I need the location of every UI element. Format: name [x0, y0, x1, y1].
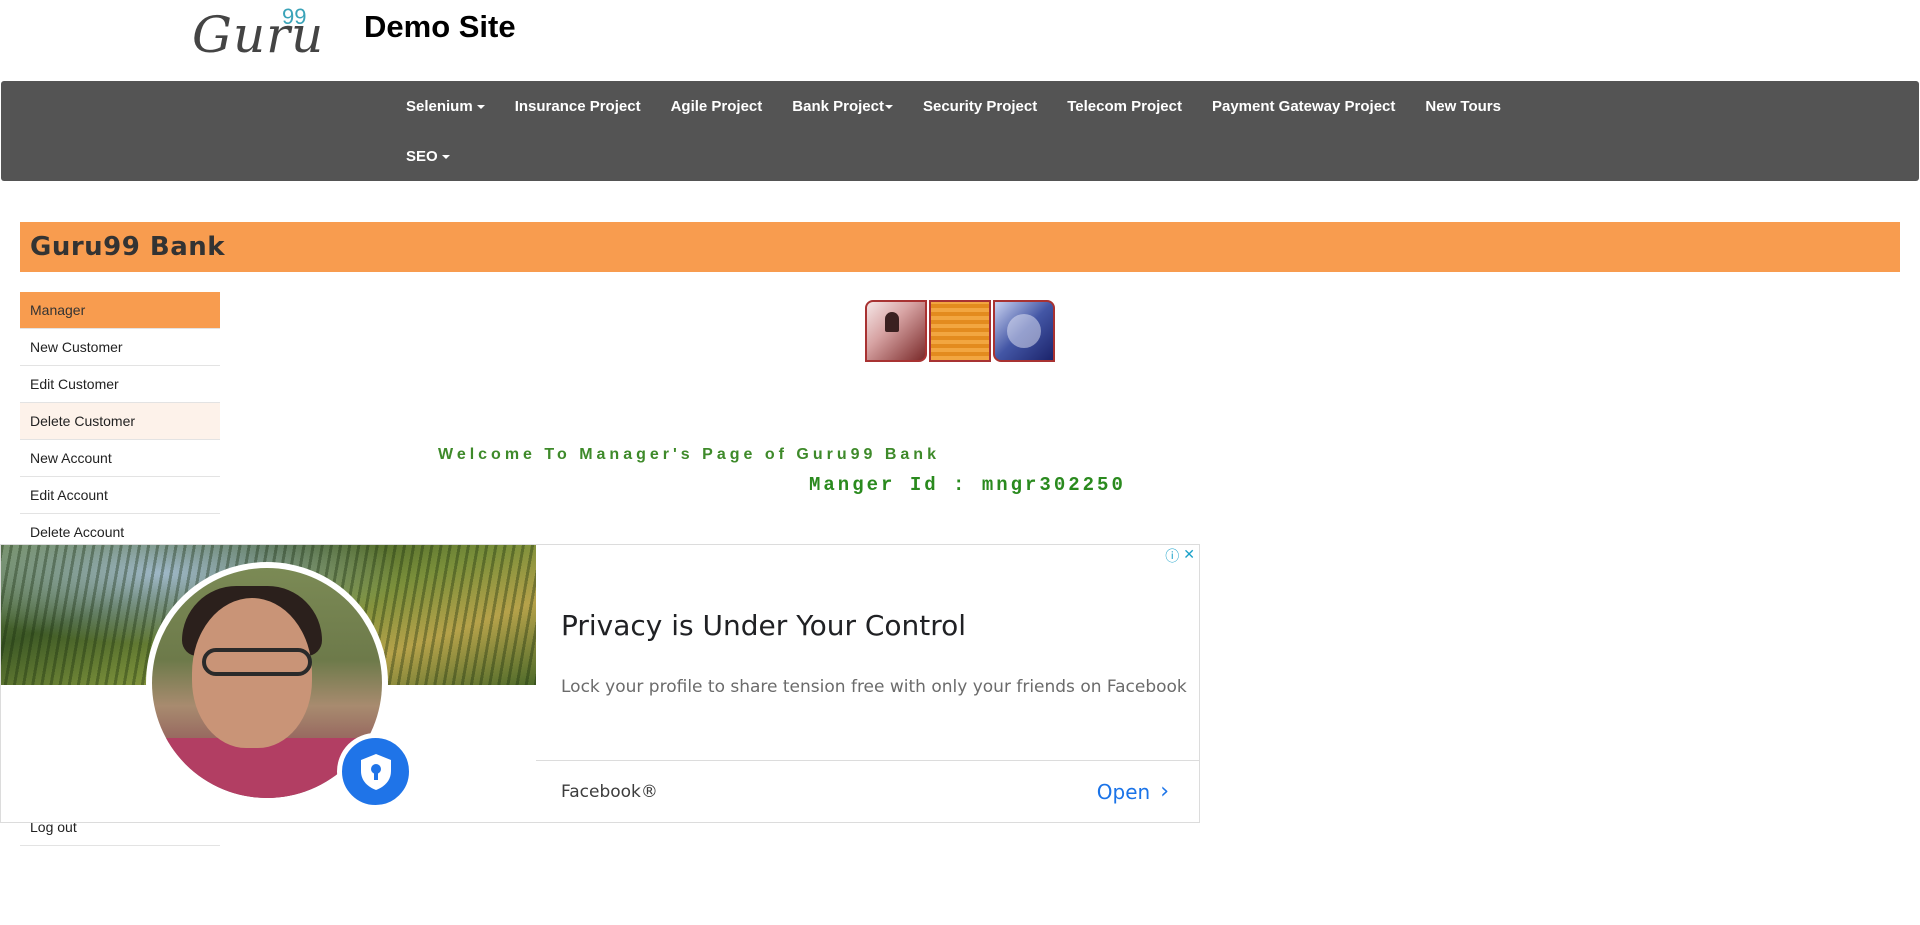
- ad-open-label: Open: [1096, 779, 1151, 804]
- site-title: Demo Site: [364, 9, 516, 44]
- logo-superscript: 99: [282, 4, 307, 29]
- nav-item-insurance-project[interactable]: Insurance Project: [500, 98, 656, 115]
- sidebar-item-edit-customer[interactable]: Edit Customer: [20, 366, 220, 403]
- sidebar-item-delete-customer[interactable]: Delete Customer: [20, 403, 220, 440]
- nav-label: SEO: [406, 147, 438, 165]
- welcome-message: Welcome To Manager's Page of Guru99 Bank: [438, 446, 940, 463]
- navbar-row-1: Selenium Insurance Project Agile Project…: [391, 81, 1516, 131]
- sidebar-item-edit-account[interactable]: Edit Account: [20, 477, 220, 514]
- ad-image[interactable]: [1, 545, 536, 822]
- shield-icon: [360, 753, 391, 790]
- ad-body: Lock your profile to share tension free …: [561, 677, 1187, 697]
- nav-label: Security Project: [922, 97, 1038, 115]
- nav-item-seo[interactable]: SEO: [391, 148, 465, 165]
- main-navbar: Selenium Insurance Project Agile Project…: [1, 81, 1919, 181]
- nav-label: Insurance Project: [514, 97, 641, 115]
- close-icon[interactable]: ✕: [1183, 546, 1195, 566]
- nav-item-bank-project[interactable]: Bank Project: [777, 98, 908, 115]
- caret-down-icon: [476, 104, 485, 109]
- banner-image-person: [865, 300, 927, 362]
- sidebar-item-manager[interactable]: Manager: [20, 292, 220, 329]
- ad-headline[interactable]: Privacy is Under Your Control: [561, 609, 966, 642]
- sidebar-item-new-account[interactable]: New Account: [20, 440, 220, 477]
- nav-item-selenium[interactable]: Selenium: [391, 98, 500, 115]
- banner-image-customer: [993, 300, 1055, 362]
- caret-down-icon: [441, 154, 450, 159]
- ad-footer: Facebook® Open ›: [536, 760, 1199, 822]
- shield-lock-icon: [337, 733, 414, 810]
- ad-open-button[interactable]: Open ›: [1097, 779, 1169, 804]
- bank-title-bar: Guru99 Bank: [20, 222, 1900, 272]
- nav-item-telecom-project[interactable]: Telecom Project: [1052, 98, 1197, 115]
- bank-title: Guru99 Bank: [30, 232, 226, 262]
- nav-label: Telecom Project: [1067, 97, 1182, 115]
- portrait-glasses: [202, 648, 312, 676]
- navbar-row-2: SEO: [391, 131, 465, 181]
- nav-label: Agile Project: [670, 97, 763, 115]
- nav-item-payment-gateway-project[interactable]: Payment Gateway Project: [1197, 98, 1410, 115]
- sidebar-item-new-customer[interactable]: New Customer: [20, 329, 220, 366]
- advertisement-overlay[interactable]: ⓘ ✕ Privacy is Under Your Control Lock y…: [0, 544, 1200, 823]
- ad-content[interactable]: ⓘ ✕ Privacy is Under Your Control Lock y…: [536, 545, 1199, 822]
- nav-label: Selenium: [406, 97, 473, 115]
- banner-image-coins: [929, 300, 991, 362]
- info-icon[interactable]: ⓘ: [1165, 546, 1179, 566]
- bank-banner-images: [865, 300, 1055, 362]
- nav-item-new-tours[interactable]: New Tours: [1410, 98, 1516, 115]
- caret-down-icon: [884, 104, 893, 109]
- ad-choices: ⓘ ✕: [1165, 546, 1195, 566]
- chevron-right-icon: ›: [1160, 779, 1169, 804]
- sidebar-menu: Manager New Customer Edit Customer Delet…: [20, 292, 220, 551]
- nav-label: Payment Gateway Project: [1211, 97, 1396, 115]
- nav-label: Bank Project: [792, 97, 884, 115]
- ad-brand: Facebook®: [561, 782, 658, 802]
- manager-id: Manger Id : mngr302250: [809, 474, 1126, 496]
- guru99-logo[interactable]: Guru 99: [192, 2, 323, 64]
- nav-item-agile-project[interactable]: Agile Project: [656, 98, 778, 115]
- nav-item-security-project[interactable]: Security Project: [908, 98, 1052, 115]
- nav-label: New Tours: [1425, 97, 1501, 115]
